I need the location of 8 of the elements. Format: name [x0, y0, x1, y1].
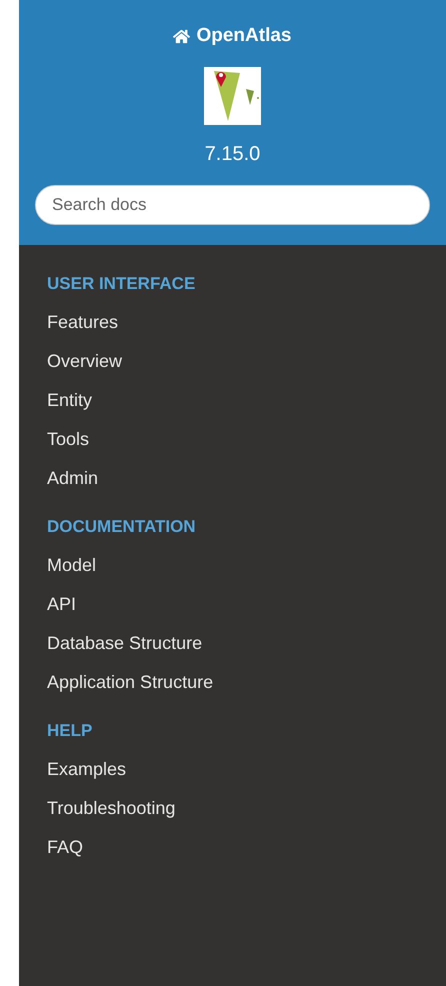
- search-field[interactable]: Search docs: [35, 184, 430, 224]
- section-heading: DOCUMENTATION: [47, 516, 197, 538]
- logo-icon: [204, 66, 261, 124]
- home-link[interactable]: OpenAtlas: [173, 22, 292, 50]
- section-heading: USER INTERFACE: [47, 272, 196, 294]
- home-icon: [173, 28, 190, 45]
- version-label: 7.15.0: [204, 142, 260, 166]
- section-heading: HELP: [47, 720, 94, 742]
